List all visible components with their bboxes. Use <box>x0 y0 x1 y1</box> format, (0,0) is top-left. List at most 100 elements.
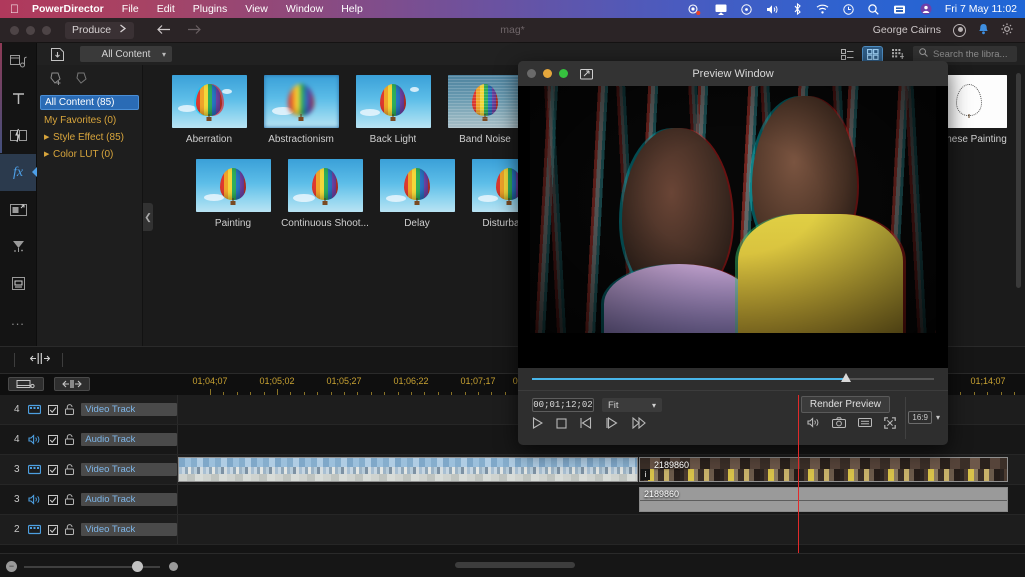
content-filter-dropdown[interactable]: All Content ▾ <box>80 46 172 62</box>
user-account-icon[interactable] <box>913 3 939 15</box>
track-header[interactable]: 3 Video Track <box>0 455 178 484</box>
preview-timecode-field[interactable]: 00;01;12;02 <box>532 398 594 412</box>
sidebar-item-more-rooms[interactable]: ... <box>0 302 36 339</box>
aspect-ratio-selector[interactable]: 16:9 ▾ <box>908 411 940 424</box>
table-row[interactable]: 2 Video Track <box>0 515 1025 545</box>
checkbox-checked-icon[interactable] <box>48 494 59 505</box>
fullscreen-button[interactable] <box>884 417 896 432</box>
settings-gear-icon[interactable] <box>1001 22 1013 38</box>
control-center-icon[interactable] <box>734 3 759 15</box>
playhead[interactable] <box>798 395 799 553</box>
siri-icon[interactable] <box>886 4 913 15</box>
minimize-window-dot[interactable] <box>26 25 35 35</box>
audio-clip[interactable]: 2189860 <box>639 487 1008 512</box>
bluetooth-icon[interactable] <box>786 3 809 15</box>
render-preview-button[interactable]: Render Preview <box>800 396 890 413</box>
notification-bell-icon[interactable] <box>978 23 989 38</box>
unlocked-padlock-icon[interactable] <box>65 404 75 415</box>
menu-item-plugins[interactable]: Plugins <box>184 0 236 18</box>
sidebar-item-subtitle-room[interactable] <box>0 265 36 302</box>
play-button[interactable] <box>532 417 544 432</box>
expand-triangle-icon[interactable]: ▶ <box>44 150 53 158</box>
table-row[interactable]: 3 Audio Track 2189860 <box>0 485 1025 515</box>
zoom-in-button[interactable] <box>169 561 178 571</box>
library-scrollbar[interactable] <box>1016 73 1021 288</box>
sidebar-item-title-room[interactable] <box>0 80 36 117</box>
unlocked-padlock-icon[interactable] <box>65 494 75 505</box>
zoom-window-dot[interactable] <box>42 25 51 35</box>
video-clip-couple[interactable]: 2189860 i <box>639 457 1008 482</box>
unlocked-padlock-icon[interactable] <box>65 434 75 445</box>
user-circle-icon[interactable] <box>953 23 966 37</box>
preview-scrub-handle[interactable] <box>840 373 851 382</box>
tree-item-my-favorites[interactable]: My Favorites (0) <box>37 113 142 127</box>
window-controls[interactable] <box>0 25 51 35</box>
volume-button[interactable] <box>807 417 820 432</box>
track-lane[interactable]: 2189860 <box>178 485 1025 514</box>
track-lane[interactable]: 2189860 i <box>178 455 1025 484</box>
track-name-field[interactable]: Audio Track <box>81 433 177 446</box>
next-frame-button[interactable] <box>606 417 619 432</box>
snapshot-button[interactable] <box>832 417 846 432</box>
sidebar-item-particle-room[interactable] <box>0 228 36 265</box>
produce-button[interactable]: Produce <box>65 21 135 39</box>
sidebar-item-effect-room[interactable]: fx <box>0 154 37 191</box>
menubar-clock[interactable]: Fri 7 May 11:02 <box>939 3 1017 15</box>
menu-item-view[interactable]: View <box>236 0 277 18</box>
track-name-field[interactable]: Video Track <box>81 463 177 476</box>
airplay-icon[interactable] <box>708 4 734 15</box>
track-name-field[interactable]: Video Track <box>81 523 177 536</box>
add-tag-icon[interactable] <box>49 71 64 89</box>
track-lane[interactable] <box>178 515 1025 544</box>
thumbnail-view-button[interactable] <box>888 47 907 62</box>
effect-item[interactable]: Painting <box>187 159 279 229</box>
sidebar-item-transition-room[interactable] <box>0 117 36 154</box>
track-name-field[interactable]: Audio Track <box>81 493 177 506</box>
table-row[interactable]: 3 Video Track 2189860 i <box>0 455 1025 485</box>
minimize-window-dot[interactable] <box>543 69 552 78</box>
checkbox-checked-icon[interactable] <box>48 524 59 535</box>
tag-icon[interactable] <box>75 71 88 89</box>
popout-window-icon[interactable] <box>580 68 593 80</box>
checkbox-checked-icon[interactable] <box>48 404 59 415</box>
timeline-zoom-slider[interactable]: − <box>6 560 178 572</box>
zoom-window-dot[interactable] <box>559 69 568 78</box>
track-header[interactable]: 3 Audio Track <box>0 485 178 514</box>
tree-item-style-effect[interactable]: ▶ Style Effect (85) <box>37 130 142 144</box>
search-input[interactable]: Search the libra... <box>913 46 1017 62</box>
close-window-dot[interactable] <box>527 69 536 78</box>
preview-window-title-bar[interactable]: Preview Window <box>518 61 948 86</box>
menu-item-file[interactable]: File <box>113 0 148 18</box>
unlocked-padlock-icon[interactable] <box>65 524 75 535</box>
tree-item-all-content[interactable]: All Content (85) <box>40 95 139 110</box>
previous-frame-button[interactable] <box>580 417 593 432</box>
back-button[interactable] <box>156 23 171 38</box>
menu-item-edit[interactable]: Edit <box>148 0 184 18</box>
preview-zoom-dropdown[interactable]: Fit ▾ <box>602 398 662 412</box>
preview-scrub-row[interactable] <box>518 368 948 390</box>
forward-button[interactable] <box>187 23 202 38</box>
list-view-button[interactable] <box>838 47 857 62</box>
expand-triangle-icon[interactable]: ▶ <box>44 133 53 141</box>
menu-item-help[interactable]: Help <box>332 0 372 18</box>
screen-share-icon[interactable] <box>681 3 708 15</box>
close-window-dot[interactable] <box>10 25 19 35</box>
effect-item[interactable]: Continuous Shoot... <box>279 159 371 229</box>
effect-item[interactable]: Back Light <box>347 75 439 145</box>
menu-item-window[interactable]: Window <box>277 0 332 18</box>
effect-item[interactable]: Delay <box>371 159 463 229</box>
effect-item[interactable]: Aberration <box>163 75 255 145</box>
wifi-icon[interactable] <box>809 4 836 14</box>
checkbox-checked-icon[interactable] <box>48 464 59 475</box>
volume-icon[interactable] <box>759 4 786 15</box>
spotlight-search-icon[interactable] <box>861 3 886 15</box>
stop-button[interactable] <box>556 417 567 432</box>
track-header[interactable]: 4 Video Track <box>0 395 178 424</box>
apple-logo-icon[interactable]:  <box>8 0 26 18</box>
preview-window[interactable]: Preview Window 00;01;12;02 Fit ▾ Render … <box>518 61 948 445</box>
effect-item[interactable]: Abstractionism <box>255 75 347 145</box>
time-machine-icon[interactable] <box>836 3 861 15</box>
fast-forward-button[interactable] <box>632 416 646 432</box>
sidebar-item-media-room[interactable] <box>0 43 36 80</box>
preview-scrub-track[interactable] <box>532 373 934 382</box>
